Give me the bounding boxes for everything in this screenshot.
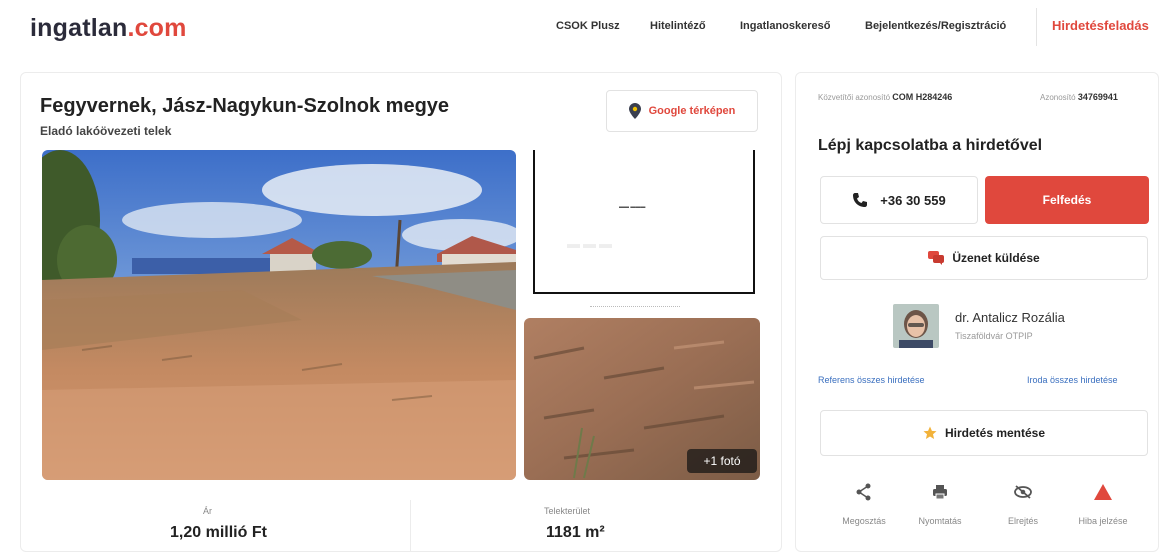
hide-icon — [1014, 485, 1032, 499]
phone-number-box[interactable]: +36 30 559 — [820, 176, 978, 224]
site-plan-thumbnail[interactable]: ▬▬ ▬▬▬ ▬▬▬ — [533, 150, 755, 294]
share-action[interactable]: Megosztás — [829, 482, 899, 526]
star-icon — [923, 426, 937, 439]
post-listing-link[interactable]: Hirdetésfeladás — [1052, 18, 1149, 33]
chat-icon — [928, 251, 945, 265]
map-button-label: Google térképen — [648, 105, 736, 117]
hide-action[interactable]: Elrejtés — [988, 482, 1058, 526]
listing-id-label: Azonosító — [1040, 93, 1076, 102]
nav-ingatlanoskereso[interactable]: Ingatlanoskereső — [740, 20, 830, 32]
send-message-label: Üzenet küldése — [952, 251, 1040, 265]
listing-id-value: 34769941 — [1077, 92, 1118, 102]
share-icon — [856, 483, 871, 501]
nav-divider — [1036, 8, 1037, 46]
more-photos-badge[interactable]: +1 fotó — [687, 449, 757, 473]
agent-all-listings-link[interactable]: Referens összes hirdetése — [818, 375, 925, 385]
area-value: 1181 m² — [546, 524, 605, 541]
google-map-button[interactable]: Google térképen — [606, 90, 758, 132]
contact-title: Lépj kapcsolatba a hirdetővel — [818, 137, 1043, 154]
main-photo[interactable] — [42, 150, 516, 480]
agency-id-label: Közvetítői azonosító — [818, 93, 891, 102]
nav-login-register[interactable]: Bejelentkezés/Regisztráció — [865, 20, 1006, 32]
agent-office[interactable]: Tiszaföldvár OTPIP — [955, 331, 1033, 341]
price-value: 1,20 millió Ft — [170, 524, 267, 541]
hide-label: Elrejtés — [1007, 516, 1038, 526]
stat-divider — [410, 500, 411, 552]
map-pin-icon — [628, 103, 641, 119]
report-error-label: Hiba jelzése — [1078, 516, 1128, 526]
site-plan-caption: ▬▬ ▬▬▬ — [619, 204, 646, 210]
site-plan-faded-text: ▬▬▬ — [567, 236, 615, 251]
report-error-action[interactable]: Hiba jelzése — [1068, 482, 1138, 526]
agency-id-value: COM H284246 — [892, 92, 953, 102]
listing-subtitle: Eladó lakóövezeti telek — [40, 124, 172, 138]
site-header: ingatlan.com CSOK Plusz Hitelintéző Inga… — [0, 0, 1159, 58]
phone-icon — [853, 193, 868, 207]
office-all-listings-link[interactable]: Iroda összes hirdetése — [1027, 375, 1118, 385]
nav-hitelintezo[interactable]: Hitelintéző — [650, 20, 706, 32]
print-action[interactable]: Nyomtatás — [905, 482, 975, 526]
listing-id: Azonosító 34769941 — [1040, 92, 1118, 102]
listing-title: Fegyvernek, Jász-Nagykun-Szolnok megye — [40, 95, 450, 117]
agent-name[interactable]: dr. Antalicz Rozália — [955, 310, 1065, 325]
price-label: Ár — [203, 506, 212, 516]
agency-id: Közvetítői azonosító COM H284246 — [818, 92, 952, 102]
nav-csok-plusz[interactable]: CSOK Plusz — [556, 20, 620, 32]
reveal-phone-button[interactable]: Felfedés — [985, 176, 1149, 224]
area-label: Telekterület — [544, 506, 591, 516]
print-label: Nyomtatás — [918, 516, 962, 526]
plot-photo — [42, 150, 516, 480]
logo-main: ingatlan — [30, 14, 128, 42]
share-label: Megosztás — [842, 516, 886, 526]
site-plan-underline — [590, 306, 680, 308]
save-listing-label: Hirdetés mentése — [944, 426, 1046, 440]
print-icon — [933, 485, 947, 500]
logo-tld: .com — [127, 14, 187, 42]
save-listing-button[interactable]: Hirdetés mentése — [820, 410, 1148, 456]
warning-icon — [1094, 484, 1112, 500]
site-logo[interactable]: ingatlan.com — [30, 14, 187, 43]
agent-avatar — [893, 304, 939, 348]
send-message-button[interactable]: Üzenet küldése — [820, 236, 1148, 280]
phone-number: +36 30 559 — [880, 192, 946, 208]
